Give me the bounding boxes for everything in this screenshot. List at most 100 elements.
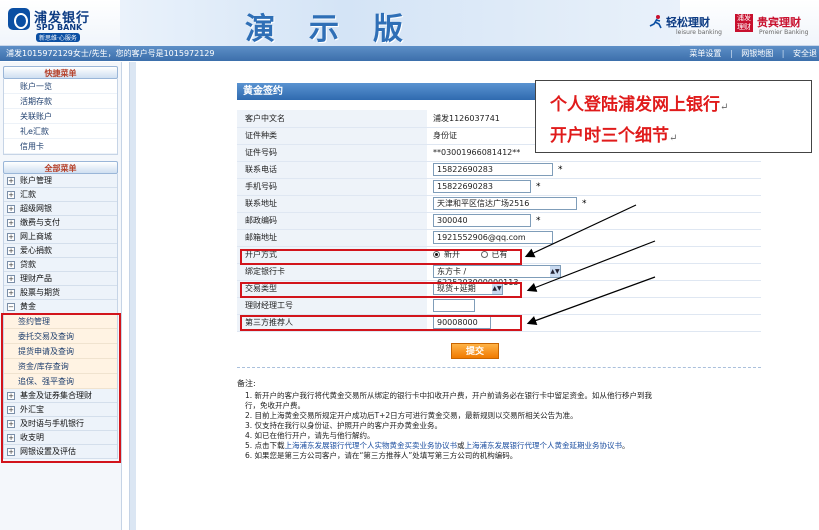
- premier-banking-brand[interactable]: 浦发 理财 贵宾理财 Premier Banking: [735, 12, 817, 38]
- gold-sub-orders[interactable]: 委托交易及查询: [4, 329, 117, 344]
- quick-item-remittance[interactable]: 礼e汇款: [4, 124, 117, 139]
- value-cell: 天津和平区信达广场2516 *: [427, 195, 761, 213]
- menu-item-account-mgmt[interactable]: + 账户管理: [4, 174, 117, 188]
- label-trade-type: 交易类型: [237, 280, 427, 298]
- gold-sub-signing[interactable]: 签约管理: [4, 314, 117, 329]
- form-row-address: 联系地址 天津和平区信达广场2516 *: [237, 195, 761, 213]
- brand1-en: leisure banking: [676, 29, 722, 36]
- bind-card-select[interactable]: 东方卡 / 6225203000000113▲▼: [433, 265, 561, 287]
- zip-input[interactable]: 300040: [433, 214, 531, 227]
- note-line: 行，免收开户费。: [245, 401, 305, 410]
- menu-item-super-ebank[interactable]: + 超级网银: [4, 202, 117, 216]
- menu-label: 黄金: [20, 302, 36, 311]
- agreement-link-physical[interactable]: 上海浦东发展银行代理个人实物黄金买卖业务协议书: [285, 441, 458, 450]
- menu-item-loan[interactable]: + 贷款: [4, 258, 117, 272]
- label-bind-card: 绑定银行卡: [237, 263, 427, 281]
- manager-id-input[interactable]: [433, 299, 475, 312]
- value-cell: 东方卡 / 6225203000000113▲▼: [427, 263, 761, 287]
- gold-sub-delivery[interactable]: 提货申请及查询: [4, 344, 117, 359]
- expand-icon: +: [7, 261, 15, 269]
- menu-item-funds[interactable]: + 基金及证券集合理财: [4, 389, 117, 403]
- sidebar: 快捷菜单 账户一览 活期存款 关联账户 礼e汇款 信用卡 全部菜单 + 账户管理 …: [0, 62, 122, 530]
- email-input[interactable]: 1921552906@qq.com: [433, 231, 553, 244]
- callout-text: 个人登陆浦发网上银行: [550, 95, 720, 115]
- note-line-5: 5. 点击下载上海浦东发展银行代理个人实物黄金买卖业务协议书或上海浦东发展银行代…: [237, 441, 761, 451]
- required-mark: *: [536, 216, 541, 226]
- form-row-bind-card: 绑定银行卡 东方卡 / 6225203000000113▲▼: [237, 263, 761, 287]
- brand2-en: Premier Banking: [759, 29, 809, 36]
- required-mark: *: [536, 182, 541, 192]
- value-cell: 1921552906@qq.com: [427, 229, 761, 247]
- submit-button[interactable]: 提交: [451, 343, 499, 359]
- value-cell: 15822690283 *: [427, 178, 761, 196]
- menu-label: 股票与期货: [20, 288, 60, 297]
- form-row-phone: 联系电话 15822690283 *: [237, 161, 761, 179]
- menu-label: 网银设置及评估: [20, 447, 76, 456]
- menu-item-mall[interactable]: + 网上商城: [4, 230, 117, 244]
- annotation-callout: 个人登陆浦发网上银行↵ 开户时三个细节↵: [535, 80, 812, 153]
- expand-icon: +: [7, 392, 15, 400]
- quick-item-linked-account[interactable]: 关联账户: [4, 109, 117, 124]
- value-cell: 15822690283 *: [427, 161, 761, 179]
- menu-item-donation[interactable]: + 爱心捐款: [4, 244, 117, 258]
- logout-link[interactable]: 安全退: [793, 49, 817, 58]
- logo-en: SPD BANK: [36, 23, 83, 32]
- agreement-link-deferred[interactable]: 上海浦东发展银行代理个人黄金延期业务协议书: [465, 441, 623, 450]
- trade-type-value: 现货+延期: [437, 284, 476, 293]
- expand-icon: +: [7, 420, 15, 428]
- radio-new[interactable]: 新开: [433, 249, 460, 260]
- phone-input[interactable]: 15822690283: [433, 163, 553, 176]
- site-map-link[interactable]: 网银地图: [741, 49, 773, 58]
- value-cell: 90008000: [427, 314, 761, 332]
- menu-item-remit[interactable]: + 汇款: [4, 188, 117, 202]
- menu-label: 账户管理: [20, 176, 52, 185]
- brand2-cn: 贵宾理财: [757, 16, 801, 29]
- menu-item-income[interactable]: + 收支明: [4, 431, 117, 445]
- menu-label: 汇款: [20, 190, 36, 199]
- form-row-open-method: 开户方式 新开 已有: [237, 246, 761, 264]
- form-row-mobile: 手机号码 15822690283 *: [237, 178, 761, 196]
- note-line: 6. 如果您是第三方公司客户，请在“第三方推荐人”处填写第三方公司的机构编码。: [245, 451, 518, 460]
- menu-label: 理财产品: [20, 274, 52, 283]
- referrer-input[interactable]: 90008000: [433, 316, 491, 329]
- quick-item-credit-card[interactable]: 信用卡: [4, 139, 117, 154]
- leisure-banking-brand[interactable]: 轻松理财 leisure banking: [648, 12, 728, 38]
- gold-sub-margin[interactable]: 追保、强平查询: [4, 374, 117, 389]
- spd-bank-logo[interactable]: 浦发银行 SPD BANK 新思维·心服务: [8, 6, 118, 42]
- label-open-method: 开户方式: [237, 246, 427, 264]
- radio-existing[interactable]: 已有: [480, 249, 508, 260]
- menu-item-mobile[interactable]: + 及时语与手机银行: [4, 417, 117, 431]
- gold-sub-funds[interactable]: 资金/库存查询: [4, 359, 117, 374]
- mobile-input[interactable]: 15822690283: [433, 180, 531, 193]
- label-email: 邮箱地址: [237, 229, 427, 247]
- collapse-icon: −: [7, 303, 15, 311]
- quick-item-demand-deposit[interactable]: 活期存款: [4, 94, 117, 109]
- value-cell: [427, 297, 761, 315]
- brand1-cn: 轻松理财: [666, 16, 710, 29]
- expand-icon: +: [7, 289, 15, 297]
- dropdown-arrow-icon: ▲▼: [550, 266, 560, 277]
- frame-gutter: [129, 62, 136, 530]
- menu-item-payment[interactable]: + 缴费与支付: [4, 216, 117, 230]
- form-row-referrer: 第三方推荐人 90008000: [237, 314, 761, 332]
- menu-label: 基金及证券集合理财: [20, 391, 92, 400]
- label-name: 客户中文名: [237, 110, 427, 128]
- quick-menu: 账户一览 活期存款 关联账户 礼e汇款 信用卡: [3, 79, 118, 155]
- trade-type-select[interactable]: 现货+延期 ▲▼: [433, 282, 503, 295]
- note-line: 2. 目前上海黄金交易所规定开户成功后T+2日方可进行黄金交易，最新规则以交易所…: [245, 411, 578, 420]
- callout-line-2: 开户时三个细节↵: [550, 122, 811, 153]
- menu-item-forex[interactable]: + 外汇宝: [4, 403, 117, 417]
- quick-item-account-overview[interactable]: 账户一览: [4, 79, 117, 94]
- runner-icon: [649, 15, 662, 29]
- dropdown-arrow-icon: ▲▼: [492, 283, 502, 294]
- note-line: 4. 如已在他行开户，请先与他行解约。: [245, 431, 375, 440]
- menu-item-stocks[interactable]: + 股票与期货: [4, 286, 117, 300]
- menu-item-settings[interactable]: + 网银设置及评估: [4, 445, 117, 459]
- address-input[interactable]: 天津和平区信达广场2516: [433, 197, 577, 210]
- all-menu: + 账户管理 + 汇款 + 超级网银 + 缴费与支付 + 网上商城 + 爱心捐款 + 贷款 +…: [3, 174, 118, 459]
- menu-settings-link[interactable]: 菜单设置: [689, 49, 721, 58]
- menu-item-gold[interactable]: − 黄金: [4, 300, 117, 314]
- note-line: 1. 新开户的客户我行将代黄金交易所从绑定的银行卡中扣收开户费，开户前请务必在银…: [245, 391, 653, 400]
- label-manager: 理财经理工号: [237, 297, 427, 315]
- menu-item-wealth[interactable]: + 理财产品: [4, 272, 117, 286]
